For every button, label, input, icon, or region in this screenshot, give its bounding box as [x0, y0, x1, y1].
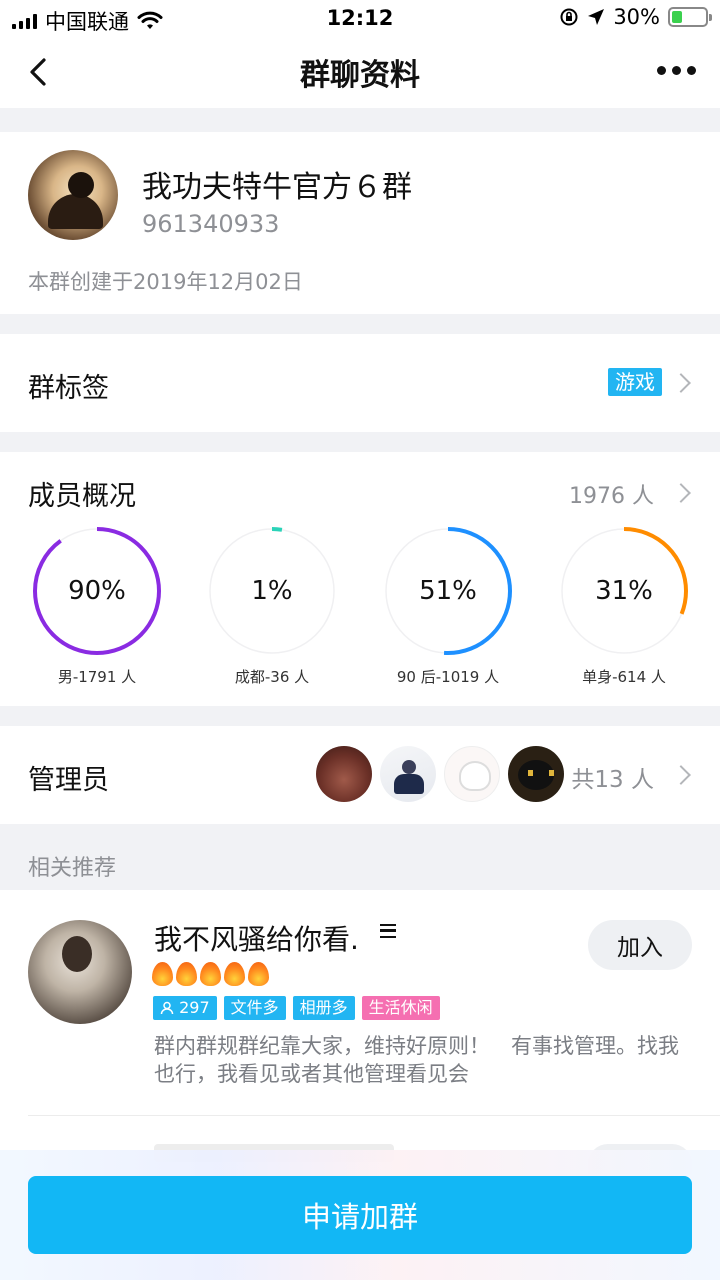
recommend-description: 群内群规群纪靠大家，维持好原则！ 有事找管理。找我也行，我看见或者其他管理看见会	[154, 1034, 679, 1086]
battery-icon	[668, 7, 712, 27]
stat-caption: 90 后-1019 人	[396, 668, 500, 686]
chevron-right-icon	[671, 483, 691, 503]
group-name: 我功夫特牛官方６群	[142, 170, 412, 205]
stat-percent: 51%	[419, 576, 477, 606]
stat-ring: 51%	[383, 526, 513, 656]
group-tags-row[interactable]: 群标签 游戏	[0, 334, 720, 432]
more-icon[interactable]	[657, 66, 696, 75]
member-count-text: 297	[179, 998, 210, 1017]
avatar	[380, 746, 436, 802]
flame-icon	[200, 962, 221, 986]
rotation-lock-icon	[560, 8, 578, 26]
admins-row[interactable]: 管理员 共13 人	[0, 726, 720, 824]
page-title: 群聊资料	[300, 58, 420, 93]
stat-ring: 1%	[207, 526, 337, 656]
join-button[interactable]: 加入	[588, 920, 692, 970]
badge-albums: 相册多	[292, 996, 355, 1020]
group-header: 我功夫特牛官方６群 961340933 本群创建于2019年12月02日	[0, 132, 720, 314]
chevron-right-icon	[671, 765, 691, 785]
recommend-section-title: 相关推荐	[28, 856, 117, 881]
nav-bar: 群聊资料	[0, 36, 720, 108]
status-bar: 中国联通 12:12 30%	[0, 0, 720, 36]
admins-label: 管理员	[28, 765, 109, 796]
members-overview[interactable]: 成员概况 1976 人 90% 男-1791 人 1% 成都-36 人 51% 90 后-…	[0, 452, 720, 706]
group-badges: 297 文件多 相册多 生活休闲	[153, 996, 440, 1020]
admin-total: 共13 人	[571, 767, 654, 793]
group-id: 961340933	[142, 210, 280, 238]
avatar	[444, 746, 500, 802]
chevron-right-icon	[671, 373, 691, 393]
stat-ring: 31%	[559, 526, 689, 656]
apply-join-button[interactable]: 申请加群	[28, 1176, 692, 1254]
stat-percent: 90%	[68, 576, 126, 606]
group-avatar[interactable]	[28, 150, 118, 240]
back-icon[interactable]	[22, 54, 58, 90]
group-tag-badge: 游戏	[608, 368, 662, 396]
bottom-bar: 申请加群	[0, 1150, 720, 1280]
stat-percent: 1%	[251, 576, 293, 606]
badge-files: 文件多	[223, 996, 286, 1020]
admin-avatars	[316, 746, 564, 802]
member-count-badge: 297	[153, 996, 217, 1020]
battery-percent: 30%	[613, 5, 660, 29]
person-icon	[160, 1001, 174, 1015]
member-count: 1976 人	[569, 484, 654, 509]
status-right: 30%	[559, 5, 712, 29]
activity-flames	[152, 962, 269, 986]
stat-caption: 单身-614 人	[582, 668, 666, 686]
flame-icon	[152, 962, 173, 986]
avatar	[316, 746, 372, 802]
group-tags-label: 群标签	[28, 373, 109, 404]
badge-category: 生活休闲	[361, 996, 440, 1020]
flame-icon	[224, 962, 245, 986]
avatar	[28, 920, 132, 1024]
avatar	[508, 746, 564, 802]
flame-icon	[248, 962, 269, 986]
recommend-group-name: 我不风骚给你看.	[154, 923, 359, 956]
stat-caption: 男-1791 人	[57, 668, 137, 686]
group-created-date: 本群创建于2019年12月02日	[28, 270, 303, 294]
stat-percent: 31%	[595, 576, 653, 606]
members-label: 成员概况	[28, 481, 136, 512]
divider	[28, 1115, 720, 1116]
flame-icon	[176, 962, 197, 986]
location-arrow-icon	[588, 9, 605, 25]
stat-caption: 成都-36 人	[234, 668, 310, 686]
stat-ring: 90%	[32, 526, 162, 656]
menu-lines-icon	[380, 924, 396, 938]
